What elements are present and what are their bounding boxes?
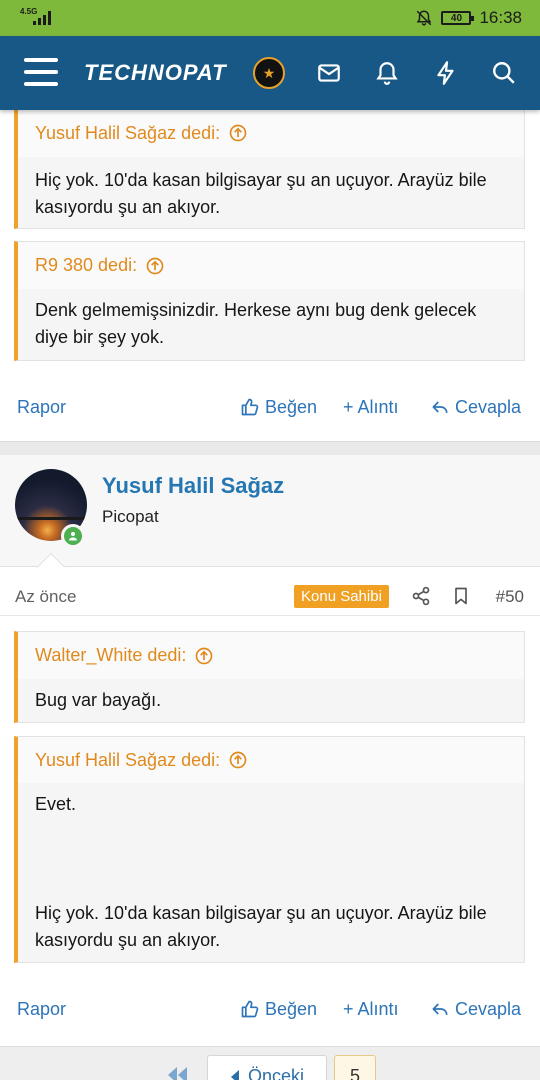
reply-button[interactable]: Cevapla [430, 387, 521, 427]
share-icon[interactable] [411, 586, 431, 606]
post-divider [0, 441, 540, 455]
post-meta: Az önce Konu Sahibi #50 [0, 578, 540, 616]
quote-button[interactable]: + Alıntı [343, 989, 399, 1029]
quote-button[interactable]: + Alıntı [343, 387, 399, 427]
user-avatar-badge[interactable]: ★ [253, 57, 285, 89]
reply-icon [432, 401, 448, 413]
like-label: Beğen [265, 396, 318, 417]
quote-block: Yusuf Halil Sağaz dedi: Hiç yok. 10'da k… [14, 108, 525, 229]
site-logo[interactable]: TECHNOPAT [84, 60, 227, 86]
quote-text: Hiç yok. 10'da kasan bilgisayar şu an uç… [35, 170, 487, 217]
like-label: Beğen [265, 998, 318, 1019]
previous-page-button[interactable]: Önceki [207, 1055, 327, 1080]
quote-block: R9 380 dedi: Denk gelmemişsinizdir. Herk… [14, 241, 525, 361]
quote-author[interactable]: Yusuf Halil Sağaz dedi: [35, 750, 220, 771]
go-to-quote-icon[interactable] [228, 750, 248, 770]
reply-icon [432, 1003, 448, 1015]
thumbs-up-icon [241, 398, 259, 416]
status-bar: 4.5G 40 16:38 [0, 0, 540, 36]
go-to-quote-icon[interactable] [228, 123, 248, 143]
report-link[interactable]: Rapor [17, 989, 66, 1029]
quote-text: Bug var bayağı. [35, 690, 162, 710]
online-status-icon [61, 524, 85, 548]
reply-button[interactable]: Cevapla [430, 989, 521, 1029]
battery-icon: 40 [441, 11, 475, 25]
first-page-icon[interactable] [166, 1067, 188, 1080]
pagination: Önceki 5 [0, 1046, 540, 1080]
quote-text: Evet. [35, 794, 77, 814]
notifications-muted-icon [417, 10, 432, 26]
like-button[interactable]: Beğen [240, 989, 317, 1029]
app-header: TECHNOPAT ★ [0, 36, 540, 110]
go-to-quote-icon[interactable] [194, 646, 214, 666]
quote-block: Yusuf Halil Sağaz dedi: Evet. Hiç yok. 1… [14, 736, 525, 963]
user-title: Picopat [102, 507, 159, 526]
bookmark-icon[interactable] [451, 586, 471, 606]
quote-author[interactable]: R9 380 dedi: [35, 255, 137, 276]
thread-owner-badge: Konu Sahibi [294, 585, 389, 608]
report-link[interactable]: Rapor [17, 387, 66, 427]
quote-block: Walter_White dedi: Bug var bayağı. [14, 631, 525, 723]
post-time[interactable]: Az önce [15, 587, 76, 607]
quote-author[interactable]: Walter_White dedi: [35, 645, 186, 666]
previous-label: Önceki [247, 1066, 305, 1080]
post-actions: Rapor Beğen + Alıntı Cevapla [0, 387, 540, 427]
search-icon[interactable] [491, 60, 517, 86]
clock: 16:38 [479, 8, 522, 27]
quote-text: Denk gelmemişsinizdir. Herkese aynı bug … [35, 300, 477, 347]
go-to-quote-icon[interactable] [145, 256, 165, 276]
reply-label: Cevapla [455, 396, 522, 417]
quote-author[interactable]: Yusuf Halil Sağaz dedi: [35, 123, 220, 144]
post-number[interactable]: #50 [496, 587, 524, 607]
post-user-info: Yusuf Halil Sağaz Picopat [0, 455, 540, 567]
bell-icon[interactable] [374, 60, 400, 86]
menu-icon[interactable] [24, 58, 58, 88]
thumbs-up-icon [241, 1000, 259, 1018]
reply-label: Cevapla [455, 998, 522, 1019]
quote-text: Hiç yok. 10'da kasan bilgisayar şu an uç… [35, 903, 487, 950]
post-username[interactable]: Yusuf Halil Sağaz [102, 473, 284, 499]
inbox-icon[interactable] [316, 60, 342, 86]
signal-icon [33, 11, 51, 25]
post-actions: Rapor Beğen + Alıntı Cevapla [0, 989, 540, 1029]
lightning-icon[interactable] [433, 60, 459, 86]
page-number-button[interactable]: 5 [334, 1055, 376, 1080]
chevron-left-icon [230, 1070, 239, 1080]
like-button[interactable]: Beğen [240, 387, 317, 427]
